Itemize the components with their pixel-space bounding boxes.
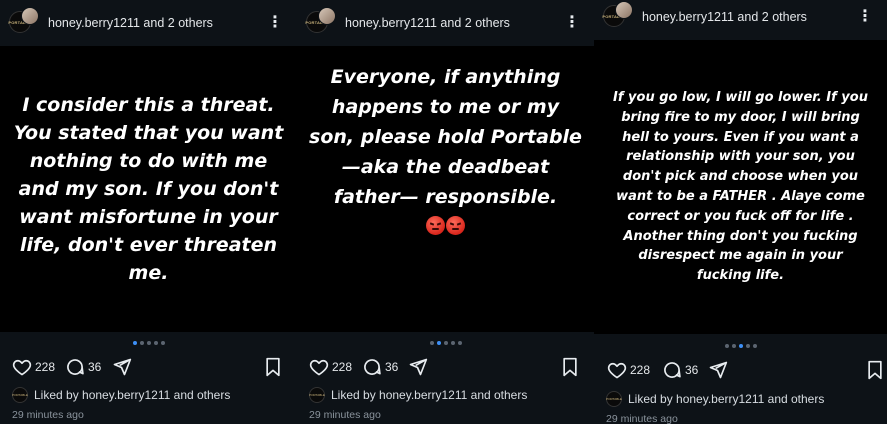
carousel-dot — [436, 341, 441, 345]
save-button[interactable] — [561, 354, 579, 380]
heart-icon — [12, 359, 32, 376]
comment-icon — [664, 362, 681, 378]
action-bar: 228 36 — [0, 354, 297, 380]
carousel-dot — [752, 344, 757, 348]
username[interactable]: honey.berry1211 and 2 others — [642, 10, 807, 24]
carousel-dot — [160, 341, 165, 345]
comment-icon — [364, 359, 381, 375]
share-button[interactable] — [408, 354, 428, 380]
liked-by[interactable]: PORTABLE Liked by honey.berry1211 and ot… — [12, 387, 230, 403]
save-button[interactable] — [264, 354, 282, 380]
liked-by-text: Liked by honey.berry1211 and others — [331, 388, 528, 402]
story-text: I consider this a threat. You stated tha… — [13, 94, 284, 284]
liked-by-text: Liked by honey.berry1211 and others — [628, 392, 825, 406]
liked-by[interactable]: PORTABLE Liked by honey.berry1211 and ot… — [606, 391, 824, 407]
save-button[interactable] — [866, 357, 884, 383]
carousel-dot — [146, 341, 151, 345]
like-count: 228 — [332, 360, 353, 374]
username[interactable]: honey.berry1211 and 2 others — [345, 16, 510, 30]
liked-by-avatar: PORTABLE — [309, 387, 325, 403]
like-count: 228 — [630, 363, 651, 377]
like-count: 228 — [35, 360, 56, 374]
post-header: PORTABLE honey.berry1211 and 2 others ⋮ — [297, 0, 594, 46]
liked-by-text: Liked by honey.berry1211 and others — [34, 388, 231, 402]
post-header: PORTABLE honey.berry1211 and 2 others ⋮ — [0, 0, 297, 46]
story-image[interactable]: If you go low, I will go lower. If you b… — [594, 40, 887, 334]
send-icon — [409, 358, 428, 376]
angry-face-icon — [446, 216, 465, 235]
carousel-dots — [594, 344, 887, 348]
avatar[interactable]: PORTABLE — [602, 1, 637, 39]
carousel-dot — [153, 341, 158, 345]
post-header: PORTABLE honey.berry1211 and 2 others ⋮ — [594, 0, 887, 40]
share-button[interactable] — [708, 357, 728, 383]
username[interactable]: honey.berry1211 and 2 others — [48, 16, 213, 30]
share-button[interactable] — [112, 354, 132, 380]
more-vertical-icon[interactable]: ⋮ — [857, 9, 873, 25]
avatar[interactable]: PORTABLE — [8, 7, 43, 45]
story-text: If you go low, I will go lower. If you b… — [613, 90, 868, 284]
more-vertical-icon[interactable]: ⋮ — [564, 15, 580, 31]
carousel-dots — [297, 341, 594, 345]
avatar-secondary — [318, 7, 336, 25]
post-time: 29 minutes ago — [12, 409, 84, 421]
comment-button[interactable]: 36 — [65, 354, 101, 380]
bookmark-icon — [266, 357, 280, 377]
avatar[interactable]: PORTABLE — [305, 7, 340, 45]
heart-icon — [607, 362, 627, 379]
post-panel-2: PORTABLE honey.berry1211 and 2 others ⋮ … — [297, 0, 594, 424]
post-time: 29 minutes ago — [309, 409, 381, 421]
carousel-dot — [139, 341, 144, 345]
carousel-dot — [724, 344, 729, 348]
angry-face-icon — [426, 216, 445, 235]
action-bar: 228 36 — [594, 357, 887, 383]
liked-by[interactable]: PORTABLE Liked by honey.berry1211 and ot… — [309, 387, 527, 403]
story-text: Everyone, if anything happens to me or m… — [309, 66, 582, 208]
comment-count: 36 — [385, 360, 399, 374]
emoji-row — [426, 216, 465, 235]
like-button[interactable]: 228 — [12, 354, 55, 380]
carousel-dot — [429, 341, 434, 345]
send-icon — [113, 358, 132, 376]
action-bar: 228 36 — [297, 354, 594, 380]
carousel-dots — [0, 341, 297, 345]
carousel-dot — [745, 344, 750, 348]
like-button[interactable]: 228 — [309, 354, 352, 380]
post-panel-3: PORTABLE honey.berry1211 and 2 others ⋮ … — [594, 0, 887, 424]
comment-count: 36 — [685, 363, 699, 377]
liked-by-avatar: PORTABLE — [12, 387, 28, 403]
carousel-dot — [450, 341, 455, 345]
carousel-dot — [132, 341, 137, 345]
story-image[interactable]: I consider this a threat. You stated tha… — [0, 46, 297, 332]
like-button[interactable]: 228 — [607, 357, 650, 383]
carousel-dot — [738, 344, 743, 348]
send-icon — [709, 361, 728, 379]
comment-icon — [67, 359, 84, 375]
carousel-dot — [457, 341, 462, 345]
heart-icon — [309, 359, 329, 376]
comment-button[interactable]: 36 — [362, 354, 398, 380]
comment-button[interactable]: 36 — [662, 357, 698, 383]
liked-by-avatar: PORTABLE — [606, 391, 622, 407]
post-panel-1: PORTABLE honey.berry1211 and 2 others ⋮ … — [0, 0, 297, 424]
post-time: 29 minutes ago — [606, 413, 678, 424]
avatar-secondary — [615, 1, 633, 19]
bookmark-icon — [563, 357, 577, 377]
comment-count: 36 — [88, 360, 102, 374]
bookmark-icon — [868, 360, 882, 380]
carousel-dot — [731, 344, 736, 348]
more-vertical-icon[interactable]: ⋮ — [267, 15, 283, 31]
carousel-dot — [443, 341, 448, 345]
avatar-secondary — [21, 7, 39, 25]
story-image[interactable]: Everyone, if anything happens to me or m… — [297, 46, 594, 332]
